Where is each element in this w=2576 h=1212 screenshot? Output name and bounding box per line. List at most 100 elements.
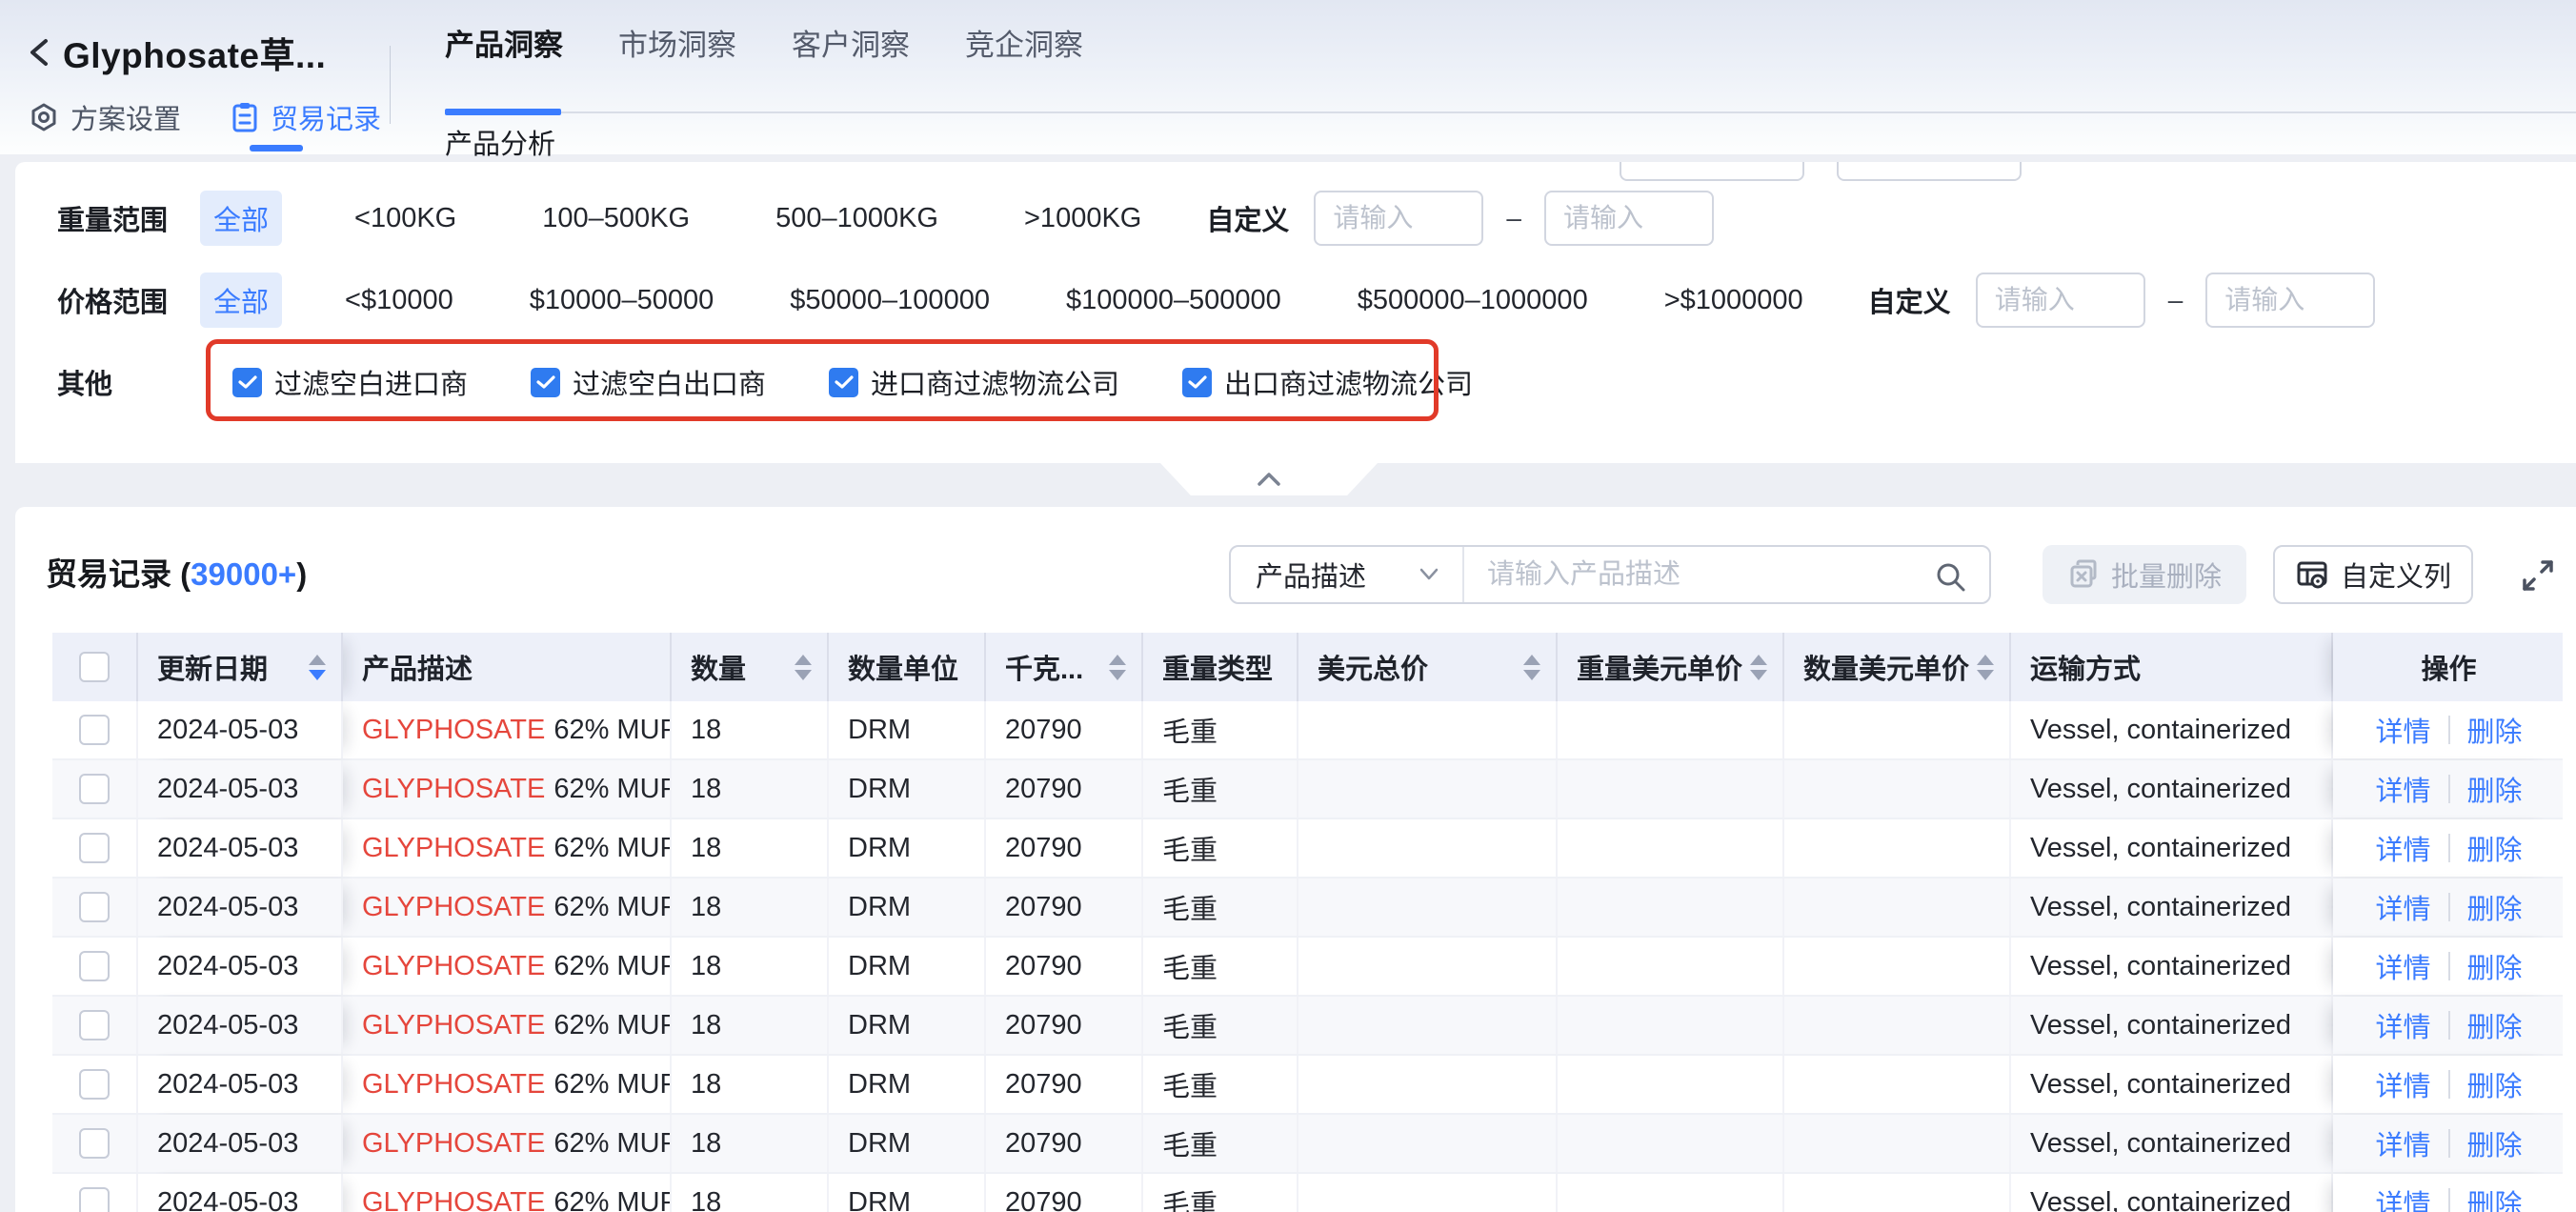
search-combo: 产品描述: [1229, 545, 1991, 604]
row-checkbox[interactable]: [79, 833, 110, 863]
sort-icons[interactable]: [795, 655, 812, 680]
filter-checkbox-item[interactable]: 进口商过滤物流公司: [829, 362, 1119, 402]
detail-link[interactable]: 详情: [2375, 887, 2430, 927]
detail-link[interactable]: 详情: [2375, 946, 2430, 986]
detail-link[interactable]: 详情: [2375, 1005, 2430, 1045]
sort-icons[interactable]: [1977, 655, 1994, 680]
price-range-option[interactable]: $10000–50000: [516, 277, 728, 324]
filter-checkbox-item[interactable]: 过滤空白出口商: [531, 362, 766, 402]
delete-link[interactable]: 删除: [2467, 828, 2523, 868]
fullscreen-icon[interactable]: [2517, 555, 2559, 596]
price-max-input[interactable]: [2205, 273, 2375, 328]
weight-range-option[interactable]: 500–1000KG: [762, 195, 952, 242]
detail-link[interactable]: 详情: [2375, 710, 2430, 750]
price-min-input[interactable]: [1976, 273, 2145, 328]
cell-usd-per-quantity: [1784, 938, 2011, 995]
search-icon[interactable]: [1934, 560, 1968, 595]
weight-max-input[interactable]: [1544, 191, 1714, 246]
cell-product-description: GLYPHOSATE 62% MUP – I...: [343, 879, 672, 936]
action-divider: [2448, 893, 2450, 921]
subtab-trade-records[interactable]: 贸易记录: [231, 97, 381, 137]
filter-checkbox-item[interactable]: 过滤空白进口商: [232, 362, 468, 402]
delete-link[interactable]: 删除: [2467, 1064, 2523, 1104]
collapse-filters-tab[interactable]: [1160, 463, 1378, 495]
row-checkbox[interactable]: [79, 1128, 110, 1159]
column-header[interactable]: 重量美元单价: [1558, 633, 1784, 701]
nav-tab[interactable]: 客户洞察: [792, 21, 910, 64]
product-keyword-highlight: GLYPHOSATE: [362, 1069, 545, 1101]
cell-update-date: 2024-05-03: [138, 1056, 343, 1113]
price-range-option[interactable]: $100000–500000: [1053, 277, 1295, 324]
delete-link[interactable]: 删除: [2467, 769, 2523, 809]
weight-range-option[interactable]: 全部: [200, 191, 282, 246]
delete-link[interactable]: 删除: [2467, 1005, 2523, 1045]
sort-icons[interactable]: [1109, 655, 1126, 680]
column-header[interactable]: 更新日期: [138, 633, 343, 701]
filter-checkbox-item[interactable]: 出口商过滤物流公司: [1182, 362, 1473, 402]
checkbox-checked-icon[interactable]: [232, 368, 262, 397]
row-checkbox[interactable]: [79, 892, 110, 922]
row-checkbox[interactable]: [79, 1010, 110, 1040]
row-checkbox[interactable]: [79, 1187, 110, 1212]
cell-quantity: 18: [672, 760, 829, 818]
delete-link[interactable]: 删除: [2467, 1182, 2523, 1212]
cell-transport-mode: Vessel, containerized: [2011, 1115, 2333, 1172]
search-field-select[interactable]: 产品描述: [1231, 547, 1464, 602]
price-custom-label: 自定义: [1868, 280, 1951, 320]
truncated-select-field[interactable]: [1837, 162, 2022, 181]
detail-link[interactable]: 详情: [2375, 1123, 2430, 1163]
table-row: 2024-05-03 GLYPHOSATE 62% MUP – I... 18 …: [52, 819, 2563, 879]
column-header-label: 数量单位: [848, 647, 969, 687]
product-description-rest: 62% MUP – I...: [553, 1187, 672, 1212]
checkbox-checked-icon[interactable]: [531, 368, 560, 397]
cell-actions: 详情 删除: [2333, 938, 2561, 995]
nav-tab-active-underline: [445, 109, 561, 115]
nav-tab[interactable]: 产品洞察: [445, 21, 563, 64]
detail-link[interactable]: 详情: [2375, 828, 2430, 868]
batch-delete-button[interactable]: 批量删除: [2043, 545, 2246, 604]
price-range-option[interactable]: 全部: [200, 273, 282, 328]
search-input[interactable]: [1464, 547, 1989, 602]
row-checkbox[interactable]: [79, 715, 110, 745]
cell-kilograms: 20790: [986, 997, 1143, 1054]
delete-link[interactable]: 删除: [2467, 710, 2523, 750]
tab-product-analysis[interactable]: 产品分析: [445, 122, 555, 162]
nav-tab[interactable]: 竞企洞察: [965, 21, 1083, 64]
delete-link[interactable]: 删除: [2467, 887, 2523, 927]
checkbox-checked-icon[interactable]: [829, 368, 858, 397]
row-checkbox[interactable]: [79, 951, 110, 981]
custom-columns-button[interactable]: 自定义列: [2273, 545, 2473, 604]
sort-icons[interactable]: [309, 655, 326, 680]
nav-tab[interactable]: 市场洞察: [618, 21, 736, 64]
back-icon[interactable]: [25, 33, 53, 71]
weight-min-input[interactable]: [1314, 191, 1483, 246]
row-checkbox[interactable]: [79, 1069, 110, 1100]
detail-link[interactable]: 详情: [2375, 1182, 2430, 1212]
detail-link[interactable]: 详情: [2375, 769, 2430, 809]
truncated-select-field[interactable]: [1620, 162, 1804, 181]
price-range-option[interactable]: $50000–100000: [776, 277, 1003, 324]
subtab-plan-settings[interactable]: 方案设置: [29, 97, 181, 137]
checkbox-checked-icon[interactable]: [1182, 368, 1212, 397]
column-header[interactable]: 数量: [672, 633, 829, 701]
delete-link[interactable]: 删除: [2467, 1123, 2523, 1163]
column-header[interactable]: 美元总价: [1298, 633, 1558, 701]
cell-quantity-unit: DRM: [829, 938, 986, 995]
cell-transport-mode: Vessel, containerized: [2011, 701, 2333, 758]
action-divider: [2448, 1129, 2450, 1158]
detail-link[interactable]: 详情: [2375, 1064, 2430, 1104]
select-all-checkbox[interactable]: [79, 652, 110, 682]
row-checkbox[interactable]: [79, 774, 110, 804]
price-range-option[interactable]: <$10000: [332, 277, 467, 324]
column-header[interactable]: 数量美元单价: [1784, 633, 2011, 701]
column-header[interactable]: 千克...: [986, 633, 1143, 701]
price-range-option[interactable]: >$1000000: [1651, 277, 1817, 324]
delete-link[interactable]: 删除: [2467, 946, 2523, 986]
weight-range-option[interactable]: >1000KG: [1011, 195, 1155, 242]
sort-icons[interactable]: [1750, 655, 1767, 680]
weight-range-option[interactable]: <100KG: [341, 195, 470, 242]
sort-icons[interactable]: [1523, 655, 1540, 680]
price-range-option[interactable]: $500000–1000000: [1344, 277, 1601, 324]
cell-actions: 详情 删除: [2333, 819, 2561, 877]
weight-range-option[interactable]: 100–500KG: [529, 195, 703, 242]
